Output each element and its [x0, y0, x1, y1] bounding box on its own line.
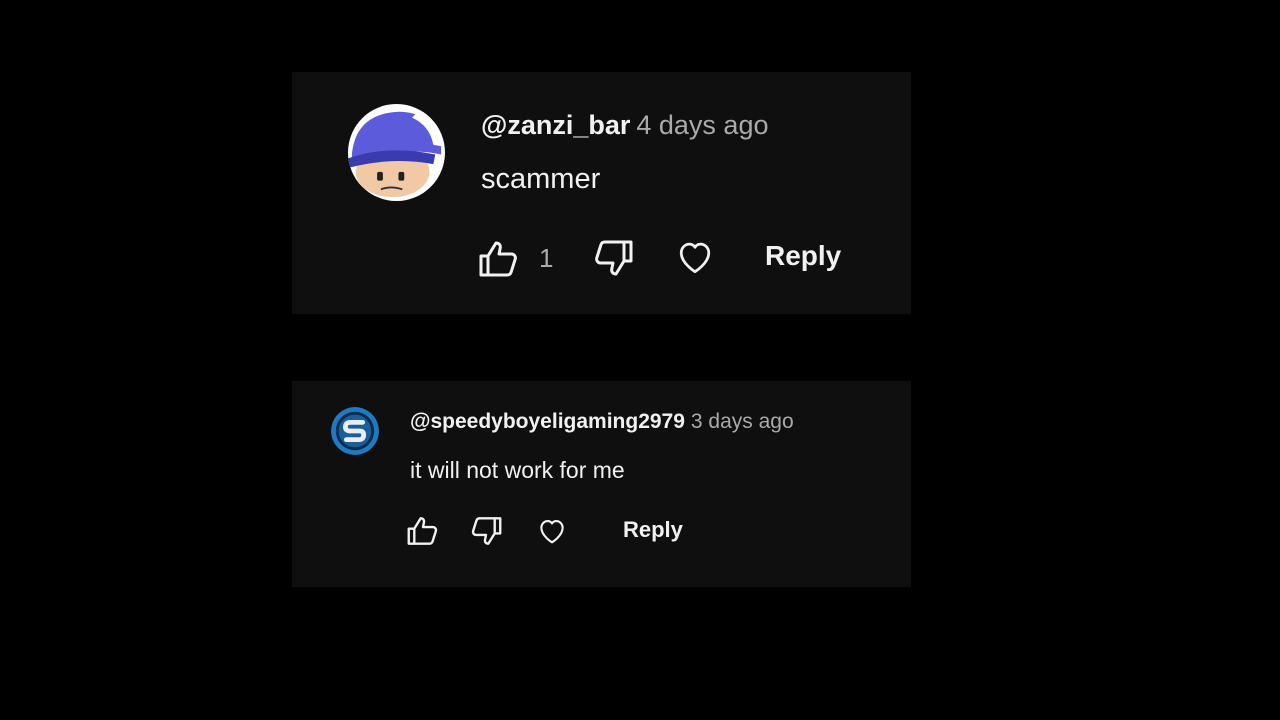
- comment-card: @speedyboyeligaming2979 3 days ago it wil…: [292, 381, 911, 587]
- comment-text: it will not work for me: [410, 457, 625, 483]
- cartoon-cap-avatar-icon: [348, 104, 445, 201]
- like-button[interactable]: [475, 235, 523, 283]
- heart-icon: [540, 520, 564, 544]
- comment-header: @speedyboyeligaming2979 3 days ago: [410, 410, 794, 434]
- comment-author[interactable]: @zanzi_bar: [481, 110, 630, 140]
- like-button[interactable]: [404, 512, 442, 550]
- s-logo-avatar-icon: [331, 407, 379, 455]
- heart-icon: [679, 242, 711, 274]
- dislike-button[interactable]: [589, 234, 637, 282]
- comment-timestamp[interactable]: 4 days ago: [636, 110, 768, 140]
- thumbs-down-icon: [595, 240, 633, 276]
- comment-author[interactable]: @speedyboyeligaming2979: [410, 410, 685, 433]
- thumbs-up-icon: [479, 241, 517, 277]
- heart-button[interactable]: [673, 235, 717, 279]
- comment-timestamp[interactable]: 3 days ago: [691, 410, 794, 433]
- reply-button[interactable]: Reply: [765, 240, 841, 272]
- comment-text: scammer: [481, 163, 601, 195]
- comment-card: @zanzi_bar 4 days ago scammer 1 Reply: [292, 72, 911, 314]
- reply-button[interactable]: Reply: [623, 517, 683, 543]
- heart-button[interactable]: [535, 514, 569, 548]
- thumbs-up-icon: [407, 517, 438, 545]
- like-count: 1: [539, 243, 554, 273]
- comment-header: @zanzi_bar 4 days ago: [481, 110, 768, 141]
- avatar[interactable]: [331, 407, 379, 455]
- avatar[interactable]: [348, 104, 445, 201]
- thumbs-down-icon: [471, 517, 502, 545]
- dislike-button[interactable]: [467, 512, 505, 550]
